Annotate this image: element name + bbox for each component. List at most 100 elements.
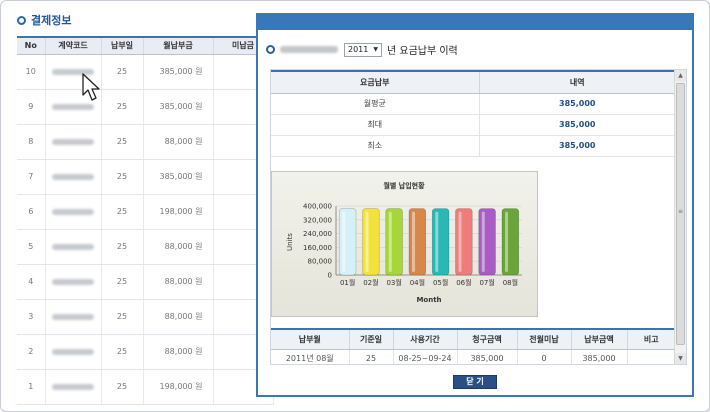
payment-row[interactable]: 8 25 88,000 원 xyxy=(17,124,274,160)
row-pay-day: 25 xyxy=(101,194,144,230)
chart-svg: 월별 납입현황 0 80,000 160,000 240,000 320,000 400,0… xyxy=(286,181,522,304)
chart-bar-highlight xyxy=(481,211,485,272)
year-select[interactable]: 2011 ▼ xyxy=(344,42,382,57)
y-tick-label: 240,000 xyxy=(303,230,332,238)
y-tick-label: 160,000 xyxy=(303,244,332,252)
payment-row[interactable]: 10 25 385,000 원 xyxy=(17,54,274,90)
close-button[interactable]: 닫 기 xyxy=(453,375,497,389)
chart-bar xyxy=(408,208,427,276)
chart-bar-highlight xyxy=(388,211,392,272)
masked-contract-code xyxy=(52,383,94,390)
popup-title: 년 요금납부 이력 xyxy=(387,46,458,57)
chart-bar xyxy=(338,208,357,276)
history-cell: 2011년 08월 xyxy=(271,349,349,364)
summary-label: 최대 xyxy=(271,114,479,136)
row-monthly-payment: 88,000 원 xyxy=(143,264,214,300)
popup-title-row: 2011 ▼ 년 요금납부 이력 xyxy=(266,42,458,57)
chart-bar-highlight xyxy=(365,211,369,272)
row-pay-day: 25 xyxy=(101,229,144,265)
summary-value: 385,000 xyxy=(478,93,675,115)
y-tick-label: 400,000 xyxy=(303,203,332,211)
section-title-label: 결제정보 xyxy=(31,14,72,27)
history-cell: 385,000 xyxy=(570,349,627,364)
masked-contract-code xyxy=(52,278,94,285)
x-tick-label: 08월 xyxy=(503,278,518,287)
y-tick-label: 80,000 xyxy=(308,258,333,266)
history-cell: 25 xyxy=(348,349,393,364)
x-tick-label: 02월 xyxy=(363,278,378,287)
summary-row: 최소 385,000 xyxy=(271,135,675,157)
chart-bar-highlight xyxy=(342,211,346,272)
row-pay-day: 25 xyxy=(101,89,144,125)
row-no: 7 xyxy=(17,159,46,195)
row-no: 8 xyxy=(17,124,46,160)
row-no: 6 xyxy=(17,194,46,230)
masked-contract-code xyxy=(52,173,94,180)
row-pay-day: 25 xyxy=(101,334,144,370)
vertical-scrollbar[interactable]: ▲ ≡ ▼ xyxy=(674,70,686,364)
scroll-thumb[interactable]: ≡ xyxy=(676,83,685,345)
payment-row[interactable]: 6 25 198,000 원 xyxy=(17,194,274,230)
history-cell: 0 xyxy=(516,349,571,364)
payment-row[interactable]: 4 25 88,000 원 xyxy=(17,264,274,300)
masked-contract-code xyxy=(52,243,94,250)
summary-header-detail: 내역 xyxy=(478,70,675,94)
summary-row: 최대 385,000 xyxy=(271,114,675,136)
history-row: 2011년 08월 25 08-25~09-24 385,000 0 385,0… xyxy=(271,349,675,364)
chart-title: 월별 납입현황 xyxy=(383,181,425,190)
row-no: 1 xyxy=(17,369,46,405)
payment-row[interactable]: 2 25 88,000 원 xyxy=(17,334,274,370)
payment-history-popup: 2011 ▼ 년 요금납부 이력 요금납부 내역 월평균 385,000 최대 … xyxy=(256,13,694,397)
summary-header-type: 요금납부 xyxy=(271,70,479,94)
col-header-contract-code[interactable]: 계약코드 xyxy=(45,36,102,55)
history-cell: 385,000 xyxy=(456,349,517,364)
row-pay-day: 25 xyxy=(101,159,144,195)
row-pay-day: 25 xyxy=(101,299,144,335)
row-monthly-payment: 88,000 원 xyxy=(143,334,214,370)
scroll-up-arrow-icon[interactable]: ▲ xyxy=(675,70,686,81)
col-header-no[interactable]: No xyxy=(17,36,46,55)
col-header-pay-day[interactable]: 납부일 xyxy=(101,36,144,55)
chart-bar xyxy=(362,208,380,276)
row-contract-code xyxy=(45,124,102,160)
circle-bullet-icon xyxy=(266,45,275,54)
chart-bar xyxy=(455,208,473,276)
payment-row[interactable]: 3 25 88,000 원 xyxy=(17,299,274,335)
masked-contract-code xyxy=(52,348,94,355)
row-contract-code xyxy=(45,229,102,265)
x-tick-label: 05월 xyxy=(433,278,448,287)
row-pay-day: 25 xyxy=(101,124,144,160)
payment-row[interactable]: 5 25 88,000 원 xyxy=(17,229,274,265)
payment-row[interactable]: 9 25 385,000 원 xyxy=(17,89,274,125)
chart-bar xyxy=(431,208,450,276)
chart-bar xyxy=(478,208,496,276)
summary-value: 385,000 xyxy=(478,114,675,136)
chart-bar-highlight xyxy=(412,211,416,272)
history-cell: 08-25~09-24 xyxy=(392,349,457,364)
history-header-month: 납부월 xyxy=(271,328,349,350)
row-monthly-payment: 198,000 원 xyxy=(143,194,214,230)
x-axis-label: Month xyxy=(416,296,441,304)
payment-row[interactable]: 7 25 385,000 원 xyxy=(17,159,274,195)
mouse-cursor-icon xyxy=(82,73,100,101)
payment-row[interactable]: 1 25 198,000 원 xyxy=(17,369,274,405)
scroll-down-arrow-icon[interactable]: ▼ xyxy=(675,353,686,364)
masked-contract-code xyxy=(52,313,94,320)
history-header-billed: 청구금액 xyxy=(456,328,517,350)
circle-bullet-icon xyxy=(17,15,26,25)
masked-contract-code xyxy=(52,138,94,145)
history-header-paid: 납부금액 xyxy=(570,328,627,350)
app-frame: 결제정보 No 계약코드 납부일 월납부금 미납금 10 25 385,000 원9… xyxy=(0,0,710,412)
summary-label: 최소 xyxy=(271,135,479,157)
col-header-monthly-payment[interactable]: 월납부금 xyxy=(143,36,214,55)
chart-bar xyxy=(501,208,520,276)
row-monthly-payment: 88,000 원 xyxy=(143,124,214,160)
popup-scroll-area[interactable]: 요금납부 내역 월평균 385,000 최대 385,000 최소 385,00… xyxy=(270,69,687,365)
x-tick-label: 07월 xyxy=(479,278,494,287)
row-pay-day: 25 xyxy=(101,264,144,300)
row-no: 4 xyxy=(17,264,46,300)
payment-table: No 계약코드 납부일 월납부금 미납금 10 25 385,000 원 9 25 385… xyxy=(17,36,274,405)
row-no: 2 xyxy=(17,334,46,370)
x-tick-label: 01월 xyxy=(340,278,355,287)
row-no: 10 xyxy=(17,54,46,90)
